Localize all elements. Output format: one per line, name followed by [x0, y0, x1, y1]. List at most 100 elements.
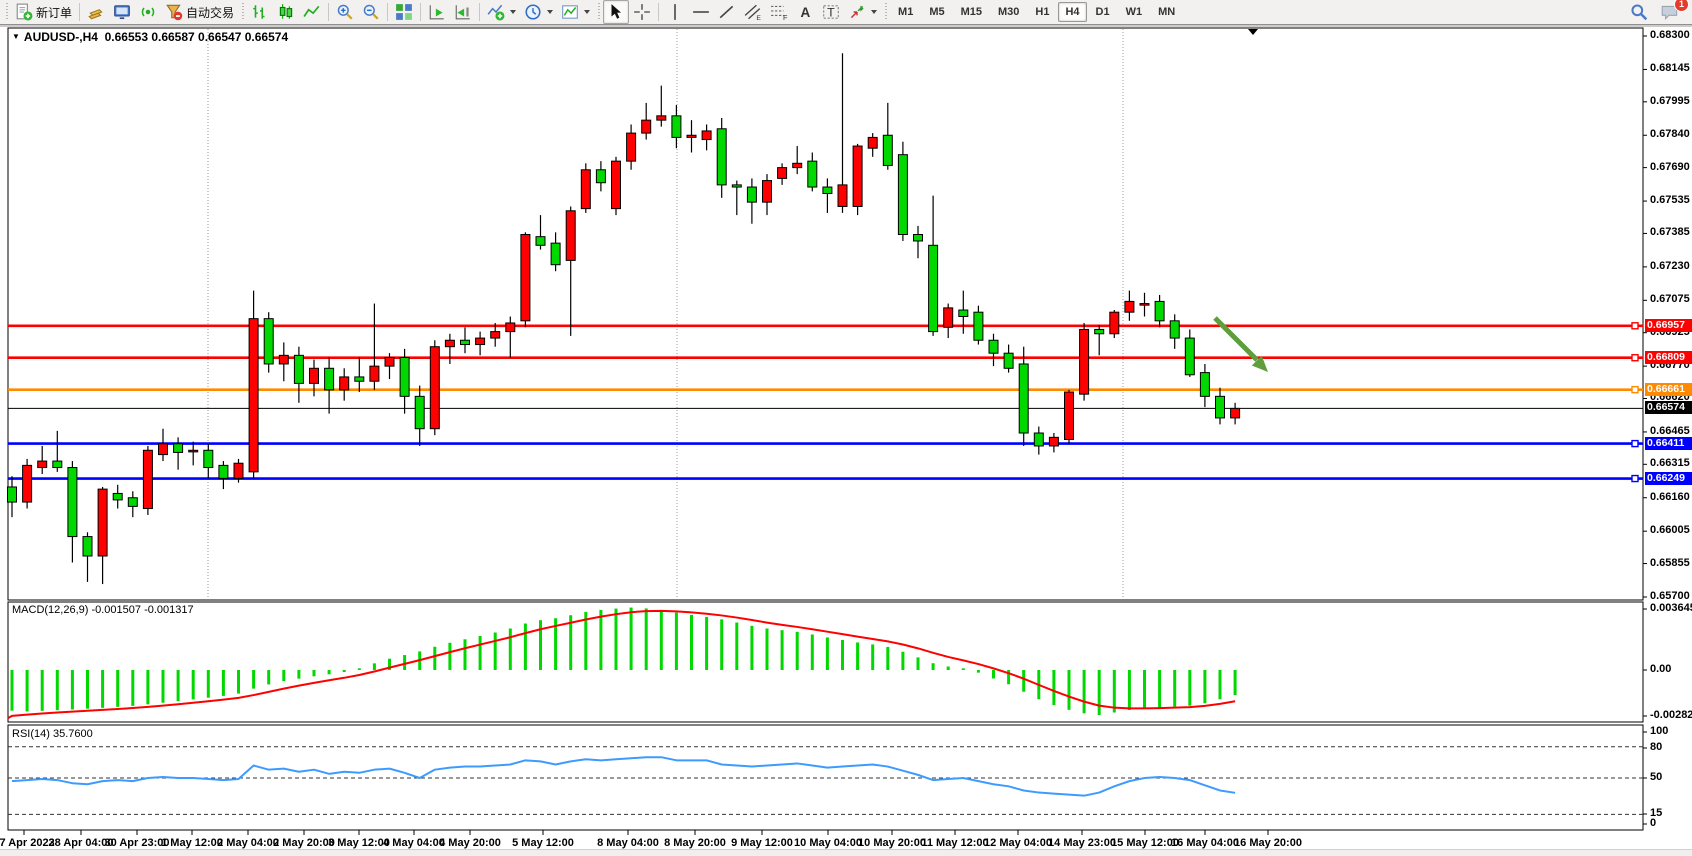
line-chart-button[interactable] [299, 0, 325, 24]
periods-button[interactable] [520, 0, 557, 24]
indicators-button[interactable] [483, 0, 520, 24]
new-order-button[interactable]: 新订单 [11, 0, 76, 24]
timeframe-button-h1[interactable]: H1 [1028, 2, 1056, 22]
toolbar-group [247, 0, 325, 24]
horizontal-line-button[interactable] [688, 0, 714, 24]
search-button[interactable] [1626, 0, 1652, 24]
cursor-icon [607, 3, 625, 21]
scroll-marker-icon[interactable] [1248, 29, 1258, 35]
channel-icon: E [744, 3, 762, 21]
text-label-button[interactable]: T [818, 0, 844, 24]
main-toolbar: 新订单 自动交易 EFAT M1M5M15M30H1H4D1W1MN 1 [0, 0, 1692, 25]
chevron-down-icon[interactable] [871, 10, 877, 14]
crosshair-button[interactable] [629, 0, 655, 24]
toolbar-group [603, 0, 655, 24]
chat-button[interactable]: 1 [1656, 0, 1684, 24]
chart-collapse-icon[interactable]: ▼ [12, 32, 20, 41]
monitor-button[interactable] [109, 0, 135, 24]
crosshair-icon [633, 3, 651, 21]
candle-body [506, 323, 515, 332]
chevron-down-icon[interactable] [510, 10, 516, 14]
zoom-out-button[interactable] [358, 0, 384, 24]
candles-chart-button[interactable] [273, 0, 299, 24]
timeframe-button-m30[interactable]: M30 [991, 2, 1026, 22]
level-price-label: 0.66411 [1645, 437, 1692, 450]
timeframe-button-m15[interactable]: M15 [954, 2, 989, 22]
chart-canvas[interactable] [0, 0, 1692, 856]
chart-symbol-period: AUDUSD-,H4 [24, 30, 98, 44]
candle-body [1231, 408, 1240, 417]
time-axis-tick: 4 May 04:00 [383, 837, 445, 849]
level-line-anchor[interactable] [1632, 323, 1638, 329]
time-axis-tick: 8 May 20:00 [664, 837, 726, 849]
rsi-axis-tick: 0 [1650, 817, 1656, 829]
chevron-down-icon[interactable] [584, 10, 590, 14]
price-axis-tick: 0.67230 [1650, 260, 1690, 272]
arrows-button[interactable] [844, 0, 881, 24]
level-line-anchor[interactable] [1632, 355, 1638, 361]
time-axis-tick: 1 May 12:00 [161, 837, 223, 849]
chart-title: ▼AUDUSD-,H4 0.66553 0.66587 0.66547 0.66… [12, 30, 288, 44]
candle-body [883, 135, 892, 165]
tile-windows-icon [395, 3, 413, 21]
templates-button[interactable] [557, 0, 594, 24]
panel-border [8, 28, 1643, 600]
chevron-down-icon[interactable] [547, 10, 553, 14]
gold-button[interactable] [83, 0, 109, 24]
autotrading-button[interactable]: 自动交易 [161, 0, 238, 24]
trendline-button[interactable] [714, 0, 740, 24]
candle-body [702, 131, 711, 140]
tile-windows-button[interactable] [391, 0, 417, 24]
level-line-anchor[interactable] [1632, 387, 1638, 393]
trend-arrow-shaft[interactable] [1215, 318, 1257, 360]
time-axis-tick: 10 May 20:00 [858, 837, 926, 849]
price-axis-tick: 0.66160 [1650, 491, 1690, 503]
text-icon: A [796, 3, 814, 21]
timeframe-button-m1[interactable]: M1 [891, 2, 920, 22]
rsi-line [12, 757, 1235, 795]
candle-body [294, 355, 303, 383]
cursor-button[interactable] [603, 0, 629, 24]
candle-body [642, 120, 651, 133]
signal-button[interactable] [135, 0, 161, 24]
time-axis-tick: 10 May 04:00 [794, 837, 862, 849]
timeframe-button-m5[interactable]: M5 [922, 2, 951, 22]
timeframe-button-d1[interactable]: D1 [1089, 2, 1117, 22]
time-axis-tick: 14 May 23:00 [1048, 837, 1116, 849]
candle-body [747, 187, 756, 202]
timeframe-button-w1[interactable]: W1 [1119, 2, 1150, 22]
candle-body [1125, 301, 1134, 312]
price-axis-tick: 0.66005 [1650, 524, 1690, 536]
svg-text:A: A [801, 5, 811, 20]
candle-body [279, 355, 288, 364]
chart-shift-button[interactable] [450, 0, 476, 24]
level-line-anchor[interactable] [1632, 476, 1638, 482]
channel-button[interactable]: E [740, 0, 766, 24]
level-price-label: 0.66957 [1645, 319, 1692, 332]
candle-body [143, 450, 152, 508]
svg-text:E: E [756, 15, 761, 21]
text-button[interactable]: A [792, 0, 818, 24]
macd-axis-tick: 0.003645 [1650, 602, 1692, 614]
zoom-in-button[interactable] [332, 0, 358, 24]
candle-body [249, 319, 258, 472]
autotrading-label: 自动交易 [186, 4, 234, 21]
fibonacci-button[interactable]: F [766, 0, 792, 24]
level-line-anchor[interactable] [1632, 441, 1638, 447]
panel-border [8, 725, 1643, 830]
time-axis-tick: 30 Apr 23:00 [104, 837, 169, 849]
timeframe-button-h4[interactable]: H4 [1058, 2, 1086, 22]
bars-chart-button[interactable] [247, 0, 273, 24]
timeframe-button-mn[interactable]: MN [1151, 2, 1182, 22]
price-axis-tick: 0.67385 [1650, 226, 1690, 238]
trend-arrow-head-icon[interactable] [1252, 356, 1268, 372]
toolbar-group: 新订单 [11, 0, 76, 24]
toolbar-group [483, 0, 594, 24]
toolbar-group [424, 0, 476, 24]
candle-body [98, 489, 107, 556]
vertical-line-button[interactable] [662, 0, 688, 24]
auto-scroll-button[interactable] [424, 0, 450, 24]
candle-body [672, 116, 681, 138]
candle-body [823, 187, 832, 193]
zoom-out-icon [362, 3, 380, 21]
